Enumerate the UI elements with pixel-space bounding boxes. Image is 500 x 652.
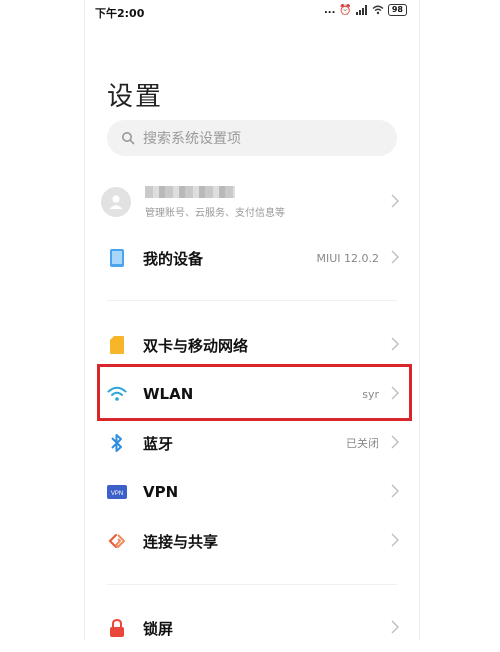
settings-item-my-device[interactable]: 我的设备 MIUI 12.0.2	[99, 234, 405, 282]
search-icon	[121, 131, 135, 145]
bluetooth-icon	[105, 431, 129, 455]
status-icons: ... ⏰ 98	[324, 4, 407, 16]
chevron-right-icon	[391, 250, 399, 264]
chevron-right-icon	[391, 620, 399, 634]
device-icon	[105, 246, 129, 270]
signal-icon	[355, 5, 367, 15]
search-input[interactable]: 搜索系统设置项	[107, 120, 397, 156]
chevron-right-icon	[391, 484, 399, 498]
account-row[interactable]: 管理账号、云服务、支付信息等	[99, 178, 405, 226]
settings-item-sim[interactable]: 双卡与移动网络	[99, 321, 405, 369]
avatar	[101, 187, 131, 217]
settings-item-label: VPN	[143, 483, 179, 501]
settings-item-label: 锁屏	[143, 619, 174, 638]
chevron-right-icon	[391, 337, 399, 351]
vpn-icon: VPN	[105, 480, 129, 504]
settings-item-label: 我的设备	[143, 249, 204, 268]
share-icon	[105, 529, 129, 553]
settings-item-bluetooth[interactable]: 蓝牙 已关闭	[99, 419, 405, 467]
lock-icon	[105, 616, 129, 640]
more-dots-icon: ...	[324, 4, 336, 16]
search-placeholder: 搜索系统设置项	[143, 131, 241, 147]
status-bar: 下午2:00 ... ⏰ 98	[95, 4, 407, 20]
settings-item-label: 双卡与移动网络	[143, 336, 249, 355]
settings-item-value: 已关闭	[346, 437, 379, 450]
wlan-highlight-box	[97, 364, 412, 421]
vpn-badge-text: VPN	[111, 491, 123, 497]
battery-icon: 98	[387, 4, 407, 16]
page-title: 设置	[107, 82, 164, 112]
account-name-redacted	[145, 185, 235, 198]
sim-card-icon	[105, 333, 129, 357]
section-divider	[107, 584, 397, 585]
settings-screen: 下午2:00 ... ⏰ 98 设置 搜索系统设置项 管理账号、云服务、支付信息…	[84, 0, 420, 640]
settings-item-vpn[interactable]: VPN VPN	[99, 468, 405, 516]
settings-item-connection-sharing[interactable]: 连接与共享	[99, 517, 405, 565]
settings-item-value: MIUI 12.0.2	[316, 251, 379, 265]
section-divider	[107, 300, 397, 301]
account-subtitle: 管理账号、云服务、支付信息等	[145, 207, 285, 219]
settings-item-label: 蓝牙	[143, 434, 174, 453]
chevron-right-icon	[391, 435, 399, 449]
status-time: 下午2:00	[95, 7, 145, 20]
wifi-status-icon	[372, 5, 384, 15]
chevron-right-icon	[391, 533, 399, 547]
chevron-right-icon	[391, 194, 399, 208]
settings-item-lock-screen[interactable]: 锁屏	[99, 604, 405, 652]
alarm-icon: ⏰	[339, 4, 352, 16]
settings-item-label: 连接与共享	[143, 532, 219, 551]
